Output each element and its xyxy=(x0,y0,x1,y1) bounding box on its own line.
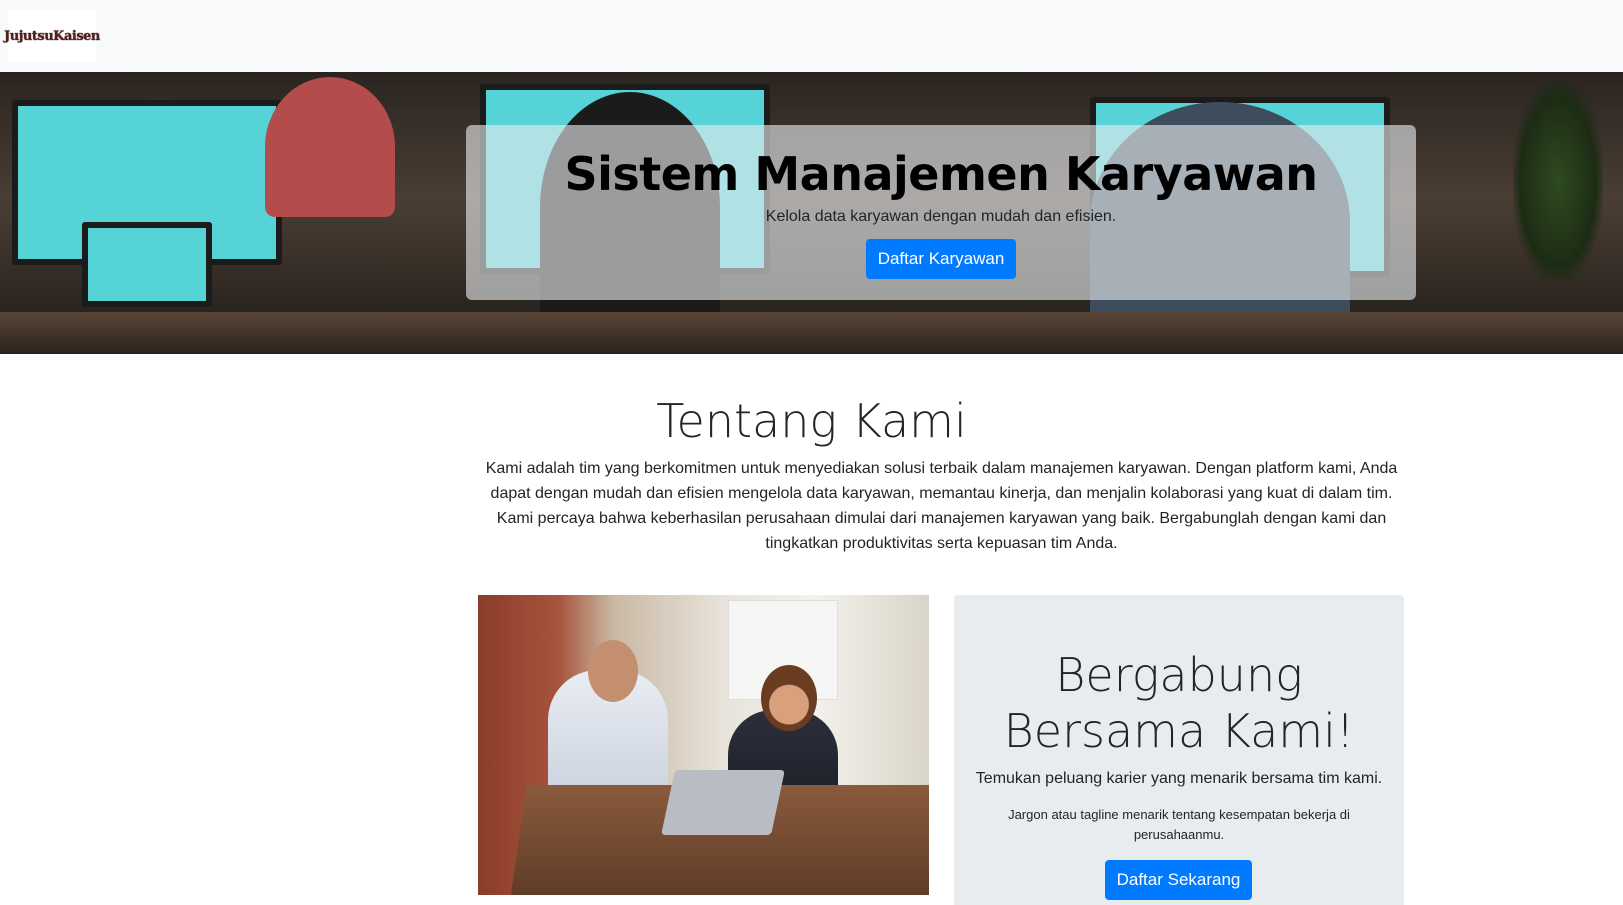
about-text: Kami adalah tim yang berkomitmen untuk m… xyxy=(485,460,1398,552)
join-subtitle: Temukan peluang karier yang menarik bers… xyxy=(975,770,1383,787)
hero-banner: Sistem Manajemen Karyawan Kelola data ka… xyxy=(0,72,1623,354)
join-tagline: Jargon atau tagline menarik tentang kese… xyxy=(1008,807,1350,842)
hero-subtitle: Kelola data karyawan dengan mudah dan ef… xyxy=(765,208,1117,225)
brand-logo-text: JujutsuKaisen xyxy=(4,28,100,44)
join-card: Bergabung Bersama Kami! Temukan peluang … xyxy=(954,595,1404,905)
team-high-five-image xyxy=(478,595,929,895)
register-employee-button[interactable]: Daftar Karyawan xyxy=(866,239,1016,279)
brand-logo[interactable]: JujutsuKaisen xyxy=(4,10,100,62)
about-title: Tentang Kami xyxy=(656,394,967,448)
join-title: Bergabung Bersama Kami! xyxy=(1003,648,1355,758)
navbar: JujutsuKaisen xyxy=(0,0,1623,72)
register-now-button[interactable]: Daftar Sekarang xyxy=(1105,860,1252,900)
hero-card: Sistem Manajemen Karyawan Kelola data ka… xyxy=(466,125,1416,300)
hero-title: Sistem Manajemen Karyawan xyxy=(564,147,1318,201)
